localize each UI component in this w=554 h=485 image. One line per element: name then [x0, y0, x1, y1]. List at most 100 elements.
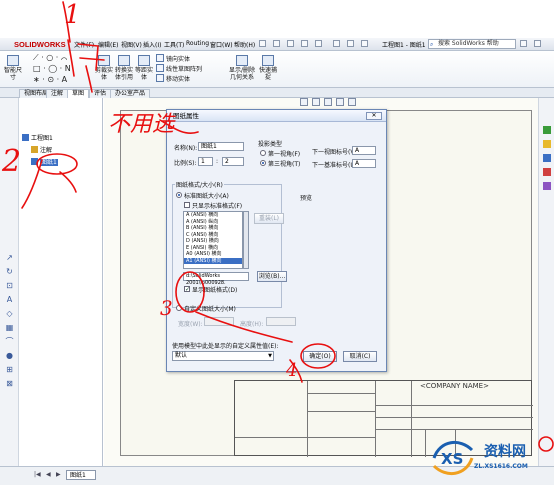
pan-icon[interactable]	[336, 98, 344, 106]
menu-view[interactable]: 视图(V)	[121, 40, 142, 49]
command-manager: 智能尺寸 ⟋ · ○ · ⌒ □ · ◯ · N ∗ · ⊙ · A 剪裁实体 …	[0, 51, 554, 88]
menu-bar: SOLIDWORKS 文件(F) 编辑(E) 视图(V) 插入(I) 工具(T)…	[0, 38, 554, 51]
block-tool-icon[interactable]: ⊠	[5, 380, 14, 388]
name-input[interactable]: 图纸1	[198, 142, 244, 151]
custom-props-select[interactable]: 默认 ▼	[172, 351, 274, 361]
line-tool-icon[interactable]: ⟋ · ○ · ⌒	[33, 53, 67, 63]
window-control-icon[interactable]	[534, 40, 541, 47]
sheet-size-list[interactable]: A (ANSI) 横向 A (ANSI) 纵向 B (ANSI) 横向 C (A…	[183, 211, 243, 269]
tab-annotation[interactable]: 注解	[46, 89, 69, 98]
standard-size-radio[interactable]	[176, 192, 182, 198]
table-tool-icon[interactable]: ⊞	[5, 366, 14, 374]
format-path-input[interactable]: d:\SolidWorks 2001\lp000928.	[183, 272, 249, 286]
ok-button[interactable]: 确定(O)	[303, 351, 337, 362]
file-explorer-icon[interactable]	[543, 154, 551, 162]
smart-dimension-button[interactable]: 智能尺寸	[3, 55, 23, 81]
hatch-tool-icon[interactable]: ▦	[5, 324, 14, 332]
options-icon[interactable]	[361, 40, 368, 47]
new-icon[interactable]	[259, 40, 266, 47]
offset-entities-button[interactable]: 等距实体	[134, 55, 154, 81]
next-view-input[interactable]: A	[352, 146, 376, 155]
convert-entities-button[interactable]: 转换实体引用	[114, 55, 134, 81]
scale-label: 比例(S):	[174, 160, 197, 167]
help-search-input[interactable]: ⌕ 搜索 SolidWorks 帮助	[428, 39, 516, 49]
print-icon[interactable]	[301, 40, 308, 47]
list-item[interactable]: A1 (ANSI) 横向	[184, 257, 242, 264]
arrow-tool-icon[interactable]: ↗	[5, 254, 14, 262]
menu-window[interactable]: 窗口(W)	[210, 40, 233, 49]
height-input[interactable]	[266, 317, 296, 326]
browse-button[interactable]: 浏览(B)...	[257, 271, 287, 282]
rotate-view-icon[interactable]	[348, 98, 356, 106]
only-standard-checkbox[interactable]	[184, 202, 190, 208]
dimension-icon	[7, 55, 19, 66]
help-search-button[interactable]	[520, 40, 527, 47]
watermark-text: 资料网	[484, 444, 526, 460]
third-angle-radio[interactable]	[260, 160, 266, 166]
select-icon[interactable]	[333, 40, 340, 47]
point-tool-icon[interactable]: ∗ · ⊙ · A	[33, 75, 67, 84]
sheet-tab[interactable]: 图纸1	[66, 470, 96, 480]
tab-sketch[interactable]: 草图	[67, 89, 90, 98]
align-tool-icon[interactable]: ⊡	[5, 282, 14, 290]
next-sheet-icon[interactable]: ▶	[56, 471, 61, 478]
menu-routing[interactable]: Routing	[186, 40, 209, 47]
next-datum-input[interactable]: A	[352, 159, 376, 168]
zoom-area-icon[interactable]	[312, 98, 320, 106]
mirror-entities-button[interactable]: 镜向实体	[156, 54, 190, 63]
annotation-number-2: 2	[2, 144, 22, 179]
view-palette-icon[interactable]	[543, 168, 551, 176]
open-icon[interactable]	[273, 40, 280, 47]
weld-tool-icon[interactable]: ⌒	[5, 338, 14, 346]
tree-notes[interactable]: 注解	[31, 145, 52, 154]
scale-numerator-input[interactable]: 1	[198, 157, 213, 166]
zoom-fit-icon[interactable]	[300, 98, 308, 106]
offset-icon	[138, 55, 150, 66]
trim-entities-button[interactable]: 剪裁实体	[94, 55, 114, 81]
custom-size-radio[interactable]	[176, 305, 182, 311]
balloon-tool-icon[interactable]: ●	[5, 352, 14, 360]
convert-icon	[118, 55, 130, 66]
menu-help[interactable]: 帮助(H)	[234, 40, 255, 49]
tab-evaluate[interactable]: 评估	[89, 89, 112, 98]
tree-root[interactable]: 工程图1	[22, 133, 53, 142]
tab-office-products[interactable]: 办公室产品	[110, 89, 151, 98]
reload-button[interactable]: 重装(L)	[254, 213, 284, 224]
tree-sheet[interactable]: 图纸1	[31, 157, 58, 166]
custom-size-label: 自定义图纸大小(M)	[184, 306, 236, 313]
annotation-number-4: 4	[286, 360, 298, 381]
prev-sheet-icon[interactable]: ◀	[46, 471, 51, 478]
undo-icon[interactable]	[315, 40, 322, 47]
cancel-button[interactable]: 取消(C)	[343, 351, 377, 362]
menu-file[interactable]: 文件(F)	[74, 40, 94, 49]
linear-pattern-button[interactable]: 线性草图阵列	[156, 64, 202, 73]
design-library-icon[interactable]	[543, 140, 551, 148]
rotate-tool-icon[interactable]: ↻	[5, 268, 14, 276]
first-angle-radio[interactable]	[260, 150, 266, 156]
move-entities-button[interactable]: 移动实体	[156, 74, 190, 83]
list-scrollbar[interactable]	[243, 211, 249, 269]
menu-insert[interactable]: 插入(I)	[143, 40, 161, 49]
resources-icon[interactable]	[543, 126, 551, 134]
appearances-icon[interactable]	[543, 182, 551, 190]
search-icon: ⌕	[430, 41, 434, 48]
first-sheet-icon[interactable]: |◀	[34, 471, 41, 478]
datum-tool-icon[interactable]: ◇	[5, 310, 14, 318]
menu-edit[interactable]: 编辑(E)	[98, 40, 118, 49]
show-format-checkbox[interactable]: ✓	[184, 286, 190, 293]
trim-icon	[98, 55, 110, 66]
note-tool-icon[interactable]: A	[5, 296, 14, 304]
dialog-title: 图纸属性	[167, 110, 386, 122]
zoom-in-icon[interactable]	[324, 98, 332, 106]
display-relations-button[interactable]: 显示/删除几何关系	[228, 55, 256, 81]
rebuild-icon[interactable]	[347, 40, 354, 47]
relations-icon	[236, 55, 248, 66]
save-icon[interactable]	[287, 40, 294, 47]
scale-denominator-input[interactable]: 2	[222, 157, 244, 166]
name-label: 名称(N):	[174, 145, 198, 152]
quick-snaps-button[interactable]: 快速捕捉	[258, 55, 278, 81]
menu-tools[interactable]: 工具(T)	[164, 40, 184, 49]
rectangle-tool-icon[interactable]: □ · ◯ · N	[33, 64, 71, 73]
close-icon[interactable]: ✕	[366, 112, 382, 120]
width-input[interactable]	[204, 317, 234, 326]
